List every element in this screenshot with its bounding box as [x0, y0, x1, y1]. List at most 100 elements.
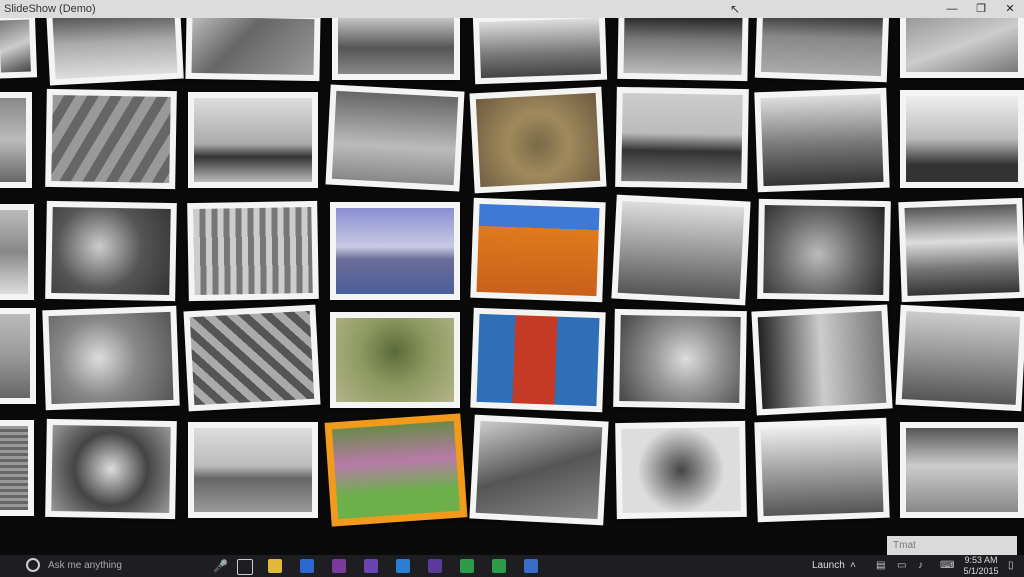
windows-app-icon[interactable] — [396, 559, 410, 573]
network-icon[interactable]: ▤ — [876, 558, 885, 574]
photo-image — [332, 420, 460, 520]
close-button[interactable]: ✕ — [995, 0, 1024, 18]
photo-r1c2[interactable] — [46, 18, 184, 86]
photo-r3c5[interactable] — [470, 197, 606, 303]
photo-r1c1[interactable] — [0, 18, 38, 79]
photo-image — [475, 92, 601, 188]
window-title: SlideShow (Demo) — [4, 3, 96, 15]
onenote-icon[interactable] — [332, 559, 346, 573]
photo-image — [619, 314, 741, 404]
photo-r5c2[interactable] — [45, 418, 177, 520]
photo-image — [51, 424, 171, 514]
clock-date: 5/1/2015 — [963, 566, 999, 576]
visual-studio-icon[interactable] — [364, 559, 378, 573]
slideshow-canvas[interactable] — [0, 18, 1024, 555]
photo-image — [48, 311, 174, 405]
photo-image — [194, 98, 312, 182]
window-titlebar: SlideShow (Demo) ↖ — ❐ ✕ — [0, 0, 1024, 18]
photo-r2c2[interactable] — [45, 88, 177, 190]
photo-image — [476, 203, 600, 297]
photo-image — [52, 18, 178, 80]
launch-button[interactable]: Launch — [812, 558, 845, 574]
chevron-up-icon[interactable]: ˄ — [850, 558, 856, 574]
photo-image — [904, 204, 1020, 296]
photo-r1c5[interactable] — [472, 18, 608, 85]
photo-image — [901, 311, 1021, 405]
maximize-button[interactable]: ❐ — [966, 0, 996, 18]
photo-r3c1[interactable] — [0, 204, 34, 300]
photo-r5c8[interactable] — [900, 422, 1024, 518]
photo-r5c6[interactable] — [615, 420, 747, 520]
purple-app-icon[interactable] — [428, 559, 442, 573]
photo-r3c4[interactable] — [330, 202, 460, 300]
blue-app-icon[interactable] — [524, 559, 538, 573]
photo-image — [0, 314, 30, 398]
photo-image — [336, 318, 454, 402]
photo-image — [906, 96, 1018, 182]
photo-r4c7[interactable] — [751, 304, 893, 416]
microphone-icon[interactable]: 🎤 — [213, 558, 228, 574]
mouse-cursor-icon: ↖ — [730, 2, 741, 16]
photo-image — [757, 310, 887, 410]
photo-image — [621, 426, 741, 514]
photo-r3c3[interactable] — [187, 200, 319, 302]
keyboard-icon[interactable]: ⌨ — [940, 558, 954, 574]
photo-image — [760, 18, 884, 77]
taskbar: Ask me anything 🎤 Launch ˄ ▤ ▭ ♪ ⌨ 9:53 … — [0, 555, 1024, 577]
cortana-icon[interactable] — [26, 558, 40, 572]
task-view-icon[interactable] — [237, 559, 253, 575]
volume-icon[interactable]: ♪ — [918, 558, 923, 574]
photo-image — [51, 206, 171, 296]
green-app-icon-1[interactable] — [460, 559, 474, 573]
photo-r2c6[interactable] — [615, 86, 749, 190]
action-center-icon[interactable]: ▭ — [897, 558, 906, 574]
clock-time: 9:53 AM — [964, 555, 998, 565]
photo-image — [338, 18, 454, 74]
photo-r1c7[interactable] — [754, 18, 890, 83]
photo-r4c1[interactable] — [0, 308, 36, 404]
photo-image — [0, 210, 28, 294]
photo-image — [475, 420, 603, 520]
photo-r3c8[interactable] — [898, 197, 1024, 303]
outlook-icon[interactable] — [300, 559, 314, 573]
search-box[interactable]: Ask me anything — [48, 558, 122, 574]
photo-r2c3[interactable] — [188, 92, 318, 188]
photo-r5c1[interactable] — [0, 420, 34, 516]
file-explorer-icon[interactable] — [268, 559, 282, 573]
photo-image — [763, 204, 885, 296]
minimize-button[interactable]: — — [937, 0, 967, 18]
photo-image — [191, 18, 315, 76]
photo-r2c4[interactable] — [325, 84, 465, 192]
photo-r1c3[interactable] — [185, 18, 321, 82]
photo-r4c6[interactable] — [613, 308, 747, 410]
photo-r5c7[interactable] — [754, 417, 890, 523]
photo-r4c5[interactable] — [470, 307, 606, 413]
photo-r3c7[interactable] — [757, 198, 891, 302]
photo-r4c3[interactable] — [183, 304, 321, 412]
photo-r2c1[interactable] — [0, 92, 32, 188]
notifications-icon[interactable]: ▯ — [1008, 558, 1014, 574]
photo-r5c4[interactable] — [324, 413, 468, 527]
photo-r1c8[interactable] — [900, 18, 1024, 78]
photo-r2c7[interactable] — [754, 87, 890, 193]
clock[interactable]: 9:53 AM 5/1/2015 — [958, 555, 1004, 577]
photo-r3c2[interactable] — [45, 200, 177, 302]
photo-r1c4[interactable] — [332, 18, 460, 80]
photo-r4c8[interactable] — [895, 304, 1024, 412]
photo-r3c6[interactable] — [611, 194, 751, 306]
photo-image — [193, 206, 313, 296]
photo-image — [479, 18, 601, 79]
photo-r1c6[interactable] — [617, 18, 749, 82]
photo-image — [331, 90, 459, 186]
photo-r4c2[interactable] — [42, 305, 180, 411]
photo-r2c8[interactable] — [900, 90, 1024, 188]
notification-toast[interactable]: Tmat — [887, 536, 1017, 555]
photo-r4c4[interactable] — [330, 312, 460, 408]
photo-image — [0, 426, 28, 510]
photo-image — [760, 93, 884, 187]
photo-image — [906, 18, 1018, 72]
green-app-icon-2[interactable] — [492, 559, 506, 573]
photo-r5c3[interactable] — [188, 422, 318, 518]
photo-r5c5[interactable] — [469, 414, 609, 526]
photo-r2c5[interactable] — [469, 86, 607, 194]
